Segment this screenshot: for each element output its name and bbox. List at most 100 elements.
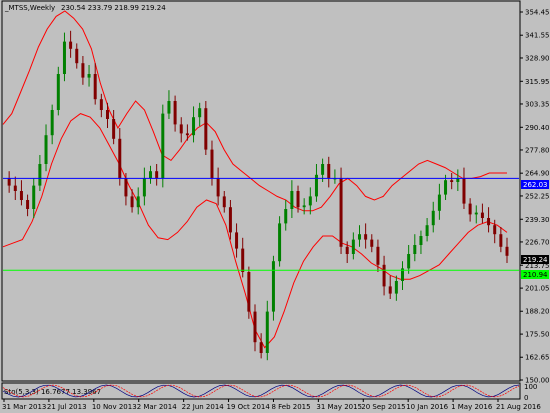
y-tick-label: 290.40 — [525, 124, 550, 132]
y-tick-label: 264.90 — [525, 170, 550, 178]
candle-body — [210, 149, 214, 179]
indicator-label: Sto(5,3,3) 16.7677 13.3967 — [4, 388, 101, 396]
candle-body — [50, 110, 54, 136]
candle-body — [431, 210, 435, 226]
chart-title: _MTSS,Weekly — [4, 4, 55, 12]
candle-body — [81, 63, 85, 78]
candle-body — [339, 178, 343, 247]
candle-body — [216, 178, 220, 197]
candle-body — [93, 74, 97, 100]
y-tick-label: 328.90 — [525, 54, 550, 62]
candle-body — [179, 124, 183, 134]
x-tick-label: 22 Jun 2014 — [182, 403, 225, 411]
candle-body — [505, 246, 509, 256]
candle-body — [155, 171, 159, 179]
candle-body — [19, 191, 23, 200]
candle-body — [499, 234, 503, 247]
candle-body — [99, 99, 103, 110]
candle-body — [204, 108, 208, 150]
candle-body — [462, 178, 466, 204]
candle-body — [228, 207, 232, 233]
y-tick-label: 188.20 — [525, 308, 550, 316]
candle-body — [185, 133, 189, 136]
y-tick-label: 162.65 — [525, 354, 550, 362]
y-tick-label: 354.45 — [525, 8, 550, 16]
candle-body — [327, 164, 331, 179]
candle-body — [419, 236, 423, 245]
blue-level-label: 262.03 — [523, 181, 548, 189]
candle-body — [26, 200, 30, 209]
y-tick-label: 226.70 — [525, 238, 550, 246]
y-tick-label: 315.95 — [525, 78, 550, 86]
candle-body — [450, 180, 454, 182]
candle-body — [69, 41, 73, 49]
candle-body — [149, 171, 153, 179]
candle-body — [198, 108, 202, 118]
y-tick-label: 239.30 — [525, 216, 550, 224]
x-tick-label: 21 Jul 2013 — [47, 403, 87, 411]
y-tick-label: 252.25 — [525, 192, 550, 200]
candle-body — [265, 311, 269, 353]
indicator-scale-bottom: 0 — [524, 394, 528, 402]
candle-body — [296, 191, 300, 208]
y-tick-label: 175.50 — [525, 331, 550, 339]
candle-body — [413, 245, 417, 254]
candle-body — [87, 74, 91, 78]
candle-body — [7, 178, 11, 186]
candle-body — [357, 234, 361, 240]
candle-body — [444, 180, 448, 195]
candle-body — [308, 196, 312, 206]
candle-body — [167, 101, 171, 114]
candle-body — [247, 272, 251, 312]
x-tick-label: 19 Oct 2014 — [227, 403, 271, 411]
y-tick-label: 201.05 — [525, 285, 550, 293]
candle-body — [62, 41, 66, 74]
last-price-label: 219.24 — [523, 256, 548, 264]
candle-body — [487, 218, 491, 226]
candle-body — [44, 135, 48, 164]
candle-body — [345, 246, 349, 254]
candle-body — [105, 110, 109, 119]
candle-body — [241, 248, 245, 272]
candle-body — [468, 203, 472, 215]
candle-body — [425, 225, 429, 236]
x-tick-label: 10 Nov 2013 — [92, 403, 137, 411]
candle-body — [437, 194, 441, 211]
chart-window[interactable]: 354.45 341.55 328.90 315.95 303.35 290.40 277.… — [0, 0, 550, 413]
x-tick-label: 2 Mar 2014 — [137, 403, 177, 411]
y-tick-label: 303.35 — [525, 100, 550, 108]
candle-body — [161, 113, 165, 179]
candle-body — [136, 196, 140, 208]
candle-body — [259, 342, 263, 353]
candle-body — [456, 178, 460, 182]
x-tick-label: 20 Sep 2015 — [361, 403, 405, 411]
candle-body — [253, 311, 257, 343]
candle-body — [382, 264, 386, 287]
x-tick-label: 31 May 2015 — [316, 403, 362, 411]
candle-body — [290, 191, 294, 209]
candle-body — [321, 164, 325, 175]
candle-body — [351, 239, 355, 254]
candle-body — [235, 232, 239, 249]
candle-body — [173, 101, 177, 125]
green-level-label: 210.94 — [523, 271, 548, 279]
candle-body — [278, 223, 282, 262]
candle-body — [364, 234, 368, 240]
candle-body — [493, 225, 497, 235]
candle-body — [271, 261, 275, 312]
candle-body — [130, 196, 134, 208]
candle-body — [394, 281, 398, 294]
price-chart[interactable]: 354.45 341.55 328.90 315.95 303.35 290.40 277.… — [0, 0, 550, 413]
y-tick-label: 277.80 — [525, 146, 550, 154]
candle-body — [407, 254, 411, 269]
ohlc-values: 230.54 233.79 218.99 219.24 — [61, 4, 166, 12]
indicator-scale-top: 100 — [524, 383, 537, 391]
x-tick-label: 21 Aug 2016 — [496, 403, 541, 411]
x-tick-label: 1 May 2016 — [451, 403, 493, 411]
candle-body — [480, 212, 484, 218]
candle-body — [124, 178, 128, 197]
x-tick-label: 10 Jan 2016 — [406, 403, 449, 411]
candle-body — [75, 48, 79, 64]
candle-body — [112, 119, 116, 139]
y-tick-label: 341.55 — [525, 32, 550, 40]
